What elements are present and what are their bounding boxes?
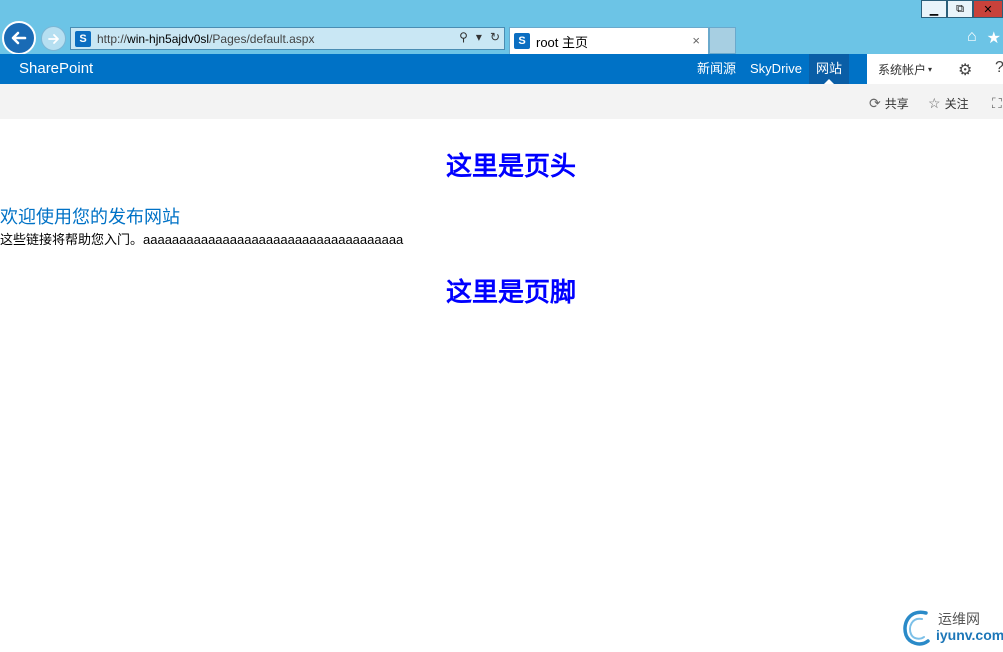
account-area: 系统帐户 ▾ ⚙ ? xyxy=(867,54,1003,84)
tab-close-icon[interactable]: × xyxy=(692,33,700,48)
back-button[interactable] xyxy=(2,21,36,55)
sharepoint-site-icon: S xyxy=(75,30,91,47)
favorites-icon[interactable]: ★ xyxy=(987,28,1001,48)
follow-label: 关注 xyxy=(944,97,969,111)
page-header-text: 这里是页头 xyxy=(445,151,576,181)
browser-toolbar-icons: ⌂ ★ xyxy=(967,28,1001,48)
search-icon[interactable]: ⚲ xyxy=(459,30,468,44)
url-host: win-hjn5ajdv0sl xyxy=(127,31,210,46)
forward-arrow-icon xyxy=(47,33,59,44)
suite-link-skydrive[interactable]: SkyDrive xyxy=(743,54,809,84)
back-arrow-icon xyxy=(11,31,27,45)
minimize-button[interactable]: ▁ xyxy=(921,0,947,18)
close-window-button[interactable]: ✕ xyxy=(973,0,1003,18)
chevron-down-icon[interactable]: ▾ xyxy=(928,65,932,74)
star-icon: ☆ xyxy=(928,95,941,111)
address-actions: ⚲ ▾ ↻ xyxy=(459,30,500,44)
suite-link-newsfeed[interactable]: 新闻源 xyxy=(690,54,743,84)
help-icon[interactable]: ? xyxy=(995,59,1003,77)
gear-icon[interactable]: ⚙ xyxy=(958,60,972,80)
watermark-logo: 运维网 iyunv.com xyxy=(898,605,1003,650)
home-icon[interactable]: ⌂ xyxy=(967,28,977,48)
ribbon-bar: ⟳ 共享 ☆ 关注 ⛶ xyxy=(0,84,1003,119)
suite-link-sites[interactable]: 网站 xyxy=(809,54,850,84)
account-menu[interactable]: 系统帐户 xyxy=(878,61,926,78)
welcome-title: 欢迎使用您的发布网站 xyxy=(0,207,180,227)
url-prefix: http:// xyxy=(97,31,128,46)
window-controls: ▁ ⧉ ✕ xyxy=(921,0,1003,18)
tab-title: root 主页 xyxy=(536,34,589,50)
page-footer-text: 这里是页脚 xyxy=(445,277,576,307)
watermark-top: 运维网 xyxy=(938,611,980,627)
restore-button[interactable]: ⧉ xyxy=(947,0,973,18)
focus-icon: ⛶ xyxy=(992,95,1002,111)
watermark-bottom: iyunv.com xyxy=(936,627,1003,643)
suite-bar: SharePoint 新闻源 SkyDrive 网站 系统帐户 ▾ ⚙ ? xyxy=(0,54,1003,84)
address-bar[interactable]: S http://win-hjn5ajdv0sl/Pages/default.a… xyxy=(70,27,505,50)
swirl-logo-icon xyxy=(903,610,930,646)
chevron-down-icon[interactable]: ▾ xyxy=(476,30,482,44)
suite-links: 新闻源 SkyDrive 网站 xyxy=(690,54,850,84)
sharepoint-tab-icon: S xyxy=(514,33,530,49)
share-label: 共享 xyxy=(884,97,909,111)
forward-button[interactable] xyxy=(41,26,66,51)
sharepoint-brand[interactable]: SharePoint xyxy=(19,60,93,77)
browser-frame: ▁ ⧉ ✕ S http://win-hjn5ajdv0sl/Pages/def… xyxy=(0,0,1003,55)
address-url[interactable]: http://win-hjn5ajdv0sl/Pages/default.asp… xyxy=(97,32,314,46)
new-tab-button[interactable] xyxy=(709,27,736,54)
browser-tab[interactable]: S root 主页 × xyxy=(509,27,709,54)
share-button[interactable]: ⟳ 共享 xyxy=(869,95,909,112)
url-path: /Pages/default.aspx xyxy=(209,31,315,46)
follow-button[interactable]: ☆ 关注 xyxy=(928,95,969,112)
intro-text: 这些链接将帮助您入门。aaaaaaaaaaaaaaaaaaaaaaaaaaaaa… xyxy=(0,232,404,247)
share-icon: ⟳ xyxy=(869,95,881,111)
refresh-icon[interactable]: ↻ xyxy=(490,30,500,44)
focus-content-button[interactable]: ⛶ xyxy=(992,95,1002,112)
